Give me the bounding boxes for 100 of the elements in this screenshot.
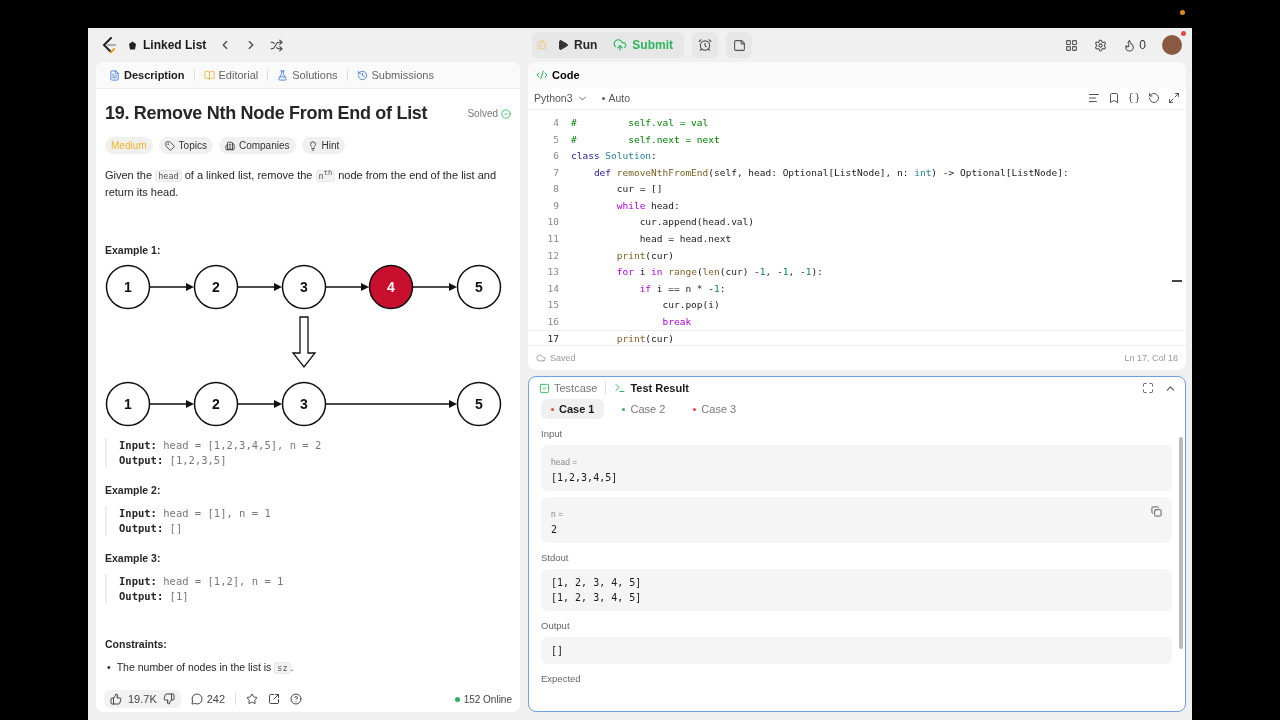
code-line: print(cur)	[615, 332, 674, 344]
notification-dot	[1181, 31, 1186, 36]
arrow	[149, 399, 194, 408]
line-number: 4	[552, 116, 560, 128]
star-icon[interactable]	[246, 693, 259, 705]
bug-icon	[536, 39, 548, 51]
comments-button[interactable]: 242	[190, 693, 226, 705]
arrow	[412, 282, 457, 291]
tab[interactable]: Submissions	[351, 67, 439, 83]
case-tab[interactable]: Case 3	[683, 399, 747, 419]
code-line: cur.append(head.val)	[638, 216, 755, 228]
grid-icon[interactable]	[1065, 38, 1079, 52]
case-tab[interactable]: Case 2	[612, 399, 676, 419]
arrow	[325, 282, 369, 291]
alarm-clock-icon	[698, 38, 712, 52]
cloud-icon	[536, 353, 546, 364]
cloud-upload-icon	[613, 38, 628, 52]
lightbulb-icon	[307, 140, 318, 151]
code-line: head = head.next	[638, 233, 732, 245]
constraint-item: The number of nodes in the list is sz .	[116, 659, 294, 676]
parameter-value: []	[551, 644, 565, 658]
mode-toggle[interactable]: Auto	[601, 92, 631, 105]
code-line: cur.pop(i)	[661, 299, 720, 311]
section-title: Expected	[541, 673, 582, 684]
note-icon	[732, 38, 746, 52]
building-icon	[224, 140, 235, 151]
code-line: for i in range(len(cur) -1, -1, -1):	[615, 266, 823, 278]
streak-counter[interactable]: 0	[1123, 38, 1146, 52]
line-number: 14	[546, 282, 560, 294]
line-number: 8	[552, 183, 560, 195]
online-count: 152 Online	[454, 693, 512, 705]
example-line: Output: []	[119, 520, 184, 536]
line-number: 7	[552, 166, 560, 178]
document-icon	[109, 69, 120, 81]
save-status: Saved	[536, 353, 576, 364]
line-number: 9	[552, 199, 560, 211]
bullet: •	[107, 659, 111, 675]
run-button[interactable]: Run	[550, 34, 605, 56]
tab[interactable]: Editorial	[198, 67, 264, 83]
line-number: 10	[546, 216, 560, 228]
example-title: Example 2:	[105, 483, 162, 496]
code-line: break	[661, 316, 692, 328]
logo-icon	[102, 37, 116, 53]
list-node: 2	[193, 264, 239, 310]
tab[interactable]: Description	[104, 67, 190, 83]
section-title: Stdout	[541, 552, 570, 563]
case-tab[interactable]: Case 1	[541, 399, 605, 419]
tag-chip[interactable]: Companies	[218, 137, 296, 154]
copy-button[interactable]	[1151, 505, 1162, 520]
line-number: 6	[552, 150, 560, 162]
list-node: 1	[105, 264, 151, 310]
solved-status: Solved	[467, 108, 511, 119]
code-line: if i == n * -1:	[638, 282, 726, 294]
language-select[interactable]: Python3	[534, 92, 588, 105]
line-number: 12	[546, 249, 560, 261]
flask-icon	[277, 69, 289, 81]
notes-button[interactable]	[726, 32, 752, 58]
arrow	[237, 282, 282, 291]
format-icon[interactable]	[1088, 92, 1100, 105]
code-line: # self.next = next	[571, 133, 720, 145]
code-line: class Solution:	[571, 150, 657, 162]
fullscreen-icon[interactable]	[1142, 381, 1154, 394]
tag-chip[interactable]: Hint	[301, 137, 346, 154]
example-line: Output: [1]	[119, 588, 190, 604]
play-icon	[557, 39, 569, 51]
code-line: cur = []	[615, 183, 663, 195]
arrow	[237, 399, 282, 408]
share-icon[interactable]	[268, 693, 281, 705]
line-number: 17	[546, 332, 560, 344]
tab[interactable]: Solutions	[272, 67, 343, 83]
problem-list-link[interactable]: Linked List	[128, 38, 207, 52]
tab[interactable]: Test Result	[612, 382, 691, 394]
parameter-value: [1, 2, 3, 4, 5] [1, 2, 3, 4, 5]	[551, 576, 643, 605]
braces-icon[interactable]	[1128, 92, 1140, 105]
line-number: 13	[546, 266, 560, 278]
list-node: 5	[456, 381, 502, 427]
expand-icon[interactable]	[1168, 92, 1180, 105]
timer-button[interactable]	[692, 32, 718, 58]
comment-icon	[190, 693, 203, 705]
tag-icon	[164, 140, 175, 151]
down-arrow	[291, 316, 317, 368]
help-icon[interactable]	[290, 693, 303, 705]
tag-chip[interactable]: Topics	[158, 137, 213, 154]
book-icon	[203, 69, 215, 81]
list-node: 2	[193, 381, 239, 427]
vote-control[interactable]: 19.7K	[104, 690, 181, 708]
parameter-value: [1,2,3,4,5]	[551, 471, 619, 485]
shuffle-icon[interactable]	[270, 38, 284, 52]
example-line: Input: head = [1], n = 1	[119, 505, 272, 521]
problem-statement: Given the head of a linked list, remove the n$^{th}$ node from the end of the list and return its head.	[105, 167, 497, 200]
line-number: 11	[546, 233, 560, 245]
list-node: 5	[456, 264, 502, 310]
cursor-position: Ln 17, Col 18	[1124, 353, 1178, 364]
check-circle-icon	[501, 108, 511, 119]
code-line: print(cur)	[615, 249, 674, 261]
tab[interactable]: Testcase	[537, 382, 600, 394]
example-line: Input: head = [1,2,3,4,5], n = 2	[119, 437, 323, 453]
list-node: 1	[105, 381, 151, 427]
settings-icon[interactable]	[1094, 38, 1108, 52]
reset-icon[interactable]	[1148, 92, 1160, 105]
